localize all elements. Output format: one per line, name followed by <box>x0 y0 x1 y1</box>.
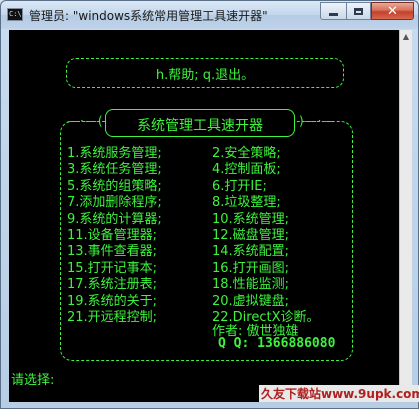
menu-item: 20.虚拟键盘; <box>212 293 290 309</box>
menu-item: 17.系统注册表; <box>67 277 158 293</box>
help-text: h.帮助; q.退出。 <box>155 68 255 83</box>
input-prompt: 请选择: <box>11 373 55 388</box>
vertical-scrollbar[interactable]: ▲ ▼ <box>399 30 412 402</box>
menu-row: 7.添加删除程序; 8.垃圾整理; <box>67 195 387 211</box>
menu-item: 8.垃圾整理; <box>212 195 281 211</box>
menu-item: 6.打开IE; <box>212 178 267 194</box>
menu-item: 3.系统任务管理; <box>67 162 162 178</box>
menu-item: 16.打开画图; <box>212 260 290 276</box>
menu-row: 11.设备管理器; 12.磁盘管理; <box>67 228 387 244</box>
title-dash-left: —·—( <box>67 114 104 128</box>
close-icon: ✕ <box>387 3 398 19</box>
menu-item: 9.系统的计算器; <box>67 211 162 227</box>
minimize-button[interactable] <box>320 2 346 20</box>
window-title: 管理员: "windows系统常用管理工具速开器" <box>29 9 268 23</box>
menu-item: 19.系统的关于; <box>67 293 158 309</box>
menu-row: 1.系统服务管理; 2.安全策略; <box>67 146 387 162</box>
menu-item: 18.性能监测; <box>212 277 290 293</box>
title-bar[interactable]: C:\ 管理员: "windows系统常用管理工具速开器" ✕ <box>1 1 418 29</box>
menu-item: 14.系统配置; <box>212 244 290 260</box>
menu-row: 19.系统的关于; 20.虚拟键盘; <box>67 294 387 310</box>
qq-line: Q Q: 1366886080 <box>218 336 336 351</box>
tool-menu: 1.系统服务管理; 2.安全策略; 3.系统任务管理; 4.控制面板; 5.系统的组… <box>67 146 387 326</box>
menu-item: 2.安全策略; <box>212 146 281 161</box>
section-title-box: 系统管理工具速开器 <box>105 109 295 137</box>
menu-item: 5.系统的组策略; <box>67 178 162 194</box>
console-output[interactable]: h.帮助; q.退出。 —·—( )—·— 系统管理工具速开器 1.系统服务管理… <box>9 30 399 402</box>
minimize-icon <box>329 12 338 16</box>
close-button[interactable]: ✕ <box>371 2 414 20</box>
menu-row: 15.打开记事本; 16.打开画图; <box>67 261 387 277</box>
scroll-up-icon[interactable]: ▲ <box>400 30 412 44</box>
title-dash-right: )—·— <box>299 114 336 128</box>
menu-row: 17.系统注册表; 18.性能监测; <box>67 277 387 293</box>
maximize-icon <box>354 7 363 15</box>
menu-item: 11.设备管理器; <box>67 227 158 243</box>
site-watermark: 久友下载站www.9upk.com <box>259 385 419 402</box>
menu-row: 13.事件查看器; 14.系统配置; <box>67 244 387 260</box>
menu-row: 9.系统的计算器; 10.系统管理; <box>67 212 387 228</box>
help-box: h.帮助; q.退出。 <box>66 58 344 88</box>
section-title: 系统管理工具速开器 <box>137 118 263 134</box>
menu-row: 5.系统的组策略; 6.打开IE; <box>67 179 387 195</box>
menu-item: 7.添加删除程序; <box>67 195 162 211</box>
menu-item: 1.系统服务管理; <box>67 146 162 161</box>
menu-item: 10.系统管理; <box>212 211 290 227</box>
menu-row: 3.系统任务管理; 4.控制面板; <box>67 162 387 178</box>
maximize-button[interactable] <box>346 2 371 20</box>
menu-item: 21.开远程控制; <box>67 309 158 325</box>
menu-item: 15.打开记事本; <box>67 260 158 276</box>
cmd-icon[interactable]: C:\ <box>7 8 23 21</box>
menu-item: 12.磁盘管理; <box>212 227 290 243</box>
menu-item: 4.控制面板; <box>212 162 281 178</box>
console-window: C:\ 管理员: "windows系统常用管理工具速开器" ✕ h.帮助; q.… <box>0 0 419 409</box>
menu-item: 13.事件查看器; <box>67 244 158 260</box>
